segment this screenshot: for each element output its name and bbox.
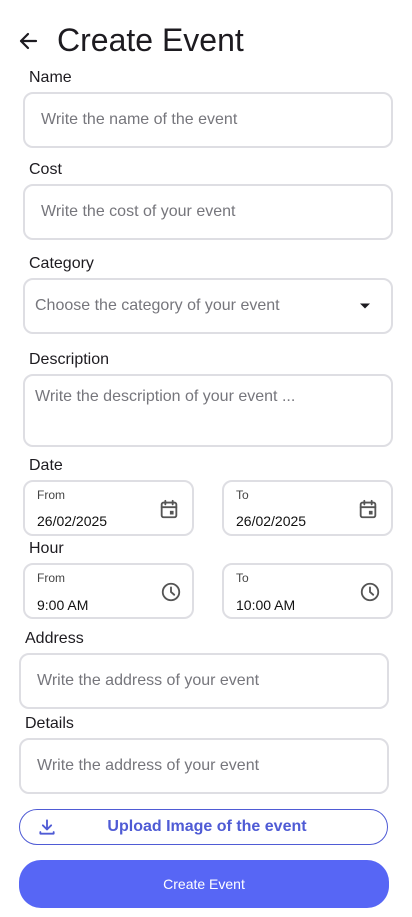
address-input[interactable] [37, 672, 387, 690]
calendar-icon[interactable] [357, 498, 379, 525]
calendar-icon[interactable] [158, 498, 180, 525]
date-to-value: 26/02/2025 [236, 513, 307, 529]
clock-icon[interactable] [160, 581, 182, 608]
date-label: Date [29, 457, 63, 474]
dropdown-arrow-icon [359, 297, 371, 315]
name-field[interactable] [23, 92, 393, 148]
arrow-left-icon [16, 29, 40, 58]
date-to-field[interactable]: To 26/02/2025 [222, 480, 393, 536]
date-to-label: To [236, 488, 249, 502]
page-title: Create Event [57, 22, 244, 58]
address-field[interactable] [19, 653, 389, 709]
cost-label: Cost [29, 161, 62, 178]
hour-from-value: 9:00 AM [37, 597, 89, 613]
category-label: Category [29, 255, 94, 272]
name-input[interactable] [41, 111, 391, 129]
create-event-label: Create Event [163, 876, 245, 892]
address-label: Address [25, 630, 84, 647]
hour-label: Hour [29, 540, 64, 557]
hour-from-label: From [37, 571, 65, 585]
cost-input[interactable] [41, 203, 391, 221]
name-label: Name [29, 69, 72, 86]
description-input[interactable] [35, 388, 381, 436]
back-button[interactable] [12, 28, 44, 58]
upload-icon [37, 817, 57, 837]
description-label: Description [29, 351, 110, 368]
hour-to-label: To [236, 571, 249, 585]
cost-field[interactable] [23, 184, 393, 240]
upload-image-label: Upload Image of the event [107, 818, 307, 835]
description-field[interactable] [23, 374, 393, 447]
upload-image-button[interactable]: Upload Image of the event [19, 809, 388, 845]
category-select[interactable]: Choose the category of your event [23, 278, 393, 334]
details-label: Details [25, 715, 74, 732]
date-from-field[interactable]: From 26/02/2025 [23, 480, 194, 536]
date-from-label: From [37, 488, 65, 502]
hour-from-field[interactable]: From 9:00 AM [23, 563, 194, 619]
hour-to-field[interactable]: To 10:00 AM [222, 563, 393, 619]
date-from-value: 26/02/2025 [37, 513, 108, 529]
hour-to-value: 10:00 AM [236, 597, 296, 613]
category-placeholder: Choose the category of your event [35, 297, 280, 314]
create-event-button[interactable]: Create Event [19, 860, 389, 908]
details-input[interactable] [37, 757, 387, 775]
details-field[interactable] [19, 738, 389, 794]
clock-icon[interactable] [359, 581, 381, 608]
